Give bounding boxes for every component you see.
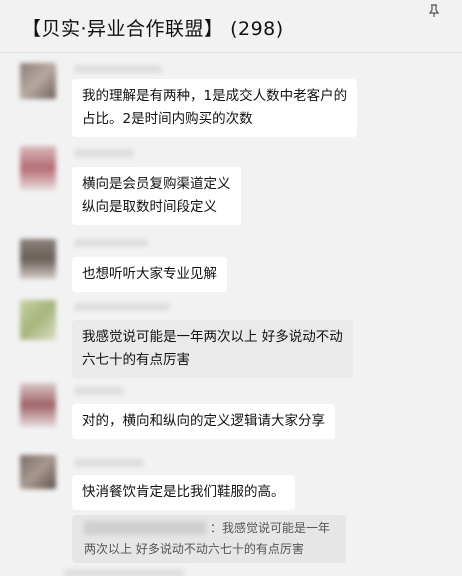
message-bubble[interactable]: 我的理解是有两种，1是成交人数中老客户的 占比。2是时间内购买的次数 (72, 79, 358, 137)
message-line: 纵向是取数时间段定义 (82, 199, 217, 215)
message-bubble[interactable]: 也想听听大家专业见解 (72, 257, 227, 292)
sender-name (74, 65, 162, 73)
next-message-preview (64, 570, 184, 576)
avatar[interactable] (20, 63, 56, 99)
sender-name (74, 459, 144, 467)
message-line: 我的理解是有两种，1是成交人数中老客户的 (82, 88, 348, 104)
message-bubble[interactable]: 我感觉说可能是一年两次以上 好多说动不动 六七十的有点厉害 (72, 320, 353, 378)
avatar[interactable] (20, 239, 56, 279)
quoted-text: ：我感觉说可能是一年两次以上 好多说动不动六七十的有点厉害 (84, 521, 331, 556)
sender-name (74, 149, 134, 157)
message-bubble[interactable]: 对的，横向和纵向的定义逻辑请大家分享 (72, 404, 335, 439)
sender-name (74, 387, 124, 395)
group-title: 【贝实·异业合作联盟】 (298) (22, 18, 284, 40)
chat-header: 【贝实·异业合作联盟】 (298) (0, 0, 462, 53)
quoted-reply[interactable]: ：我感觉说可能是一年两次以上 好多说动不动六七十的有点厉害 (72, 515, 346, 563)
message-line: 我感觉说可能是一年两次以上 好多说动不动 (82, 329, 343, 345)
avatar[interactable] (20, 383, 56, 427)
avatar[interactable] (20, 300, 56, 340)
message-bubble[interactable]: 快消餐饮肯定是比我们鞋服的高。 (72, 475, 295, 510)
message-bubble[interactable]: 横向是会员复购渠道定义 纵向是取数时间段定义 (72, 167, 241, 225)
avatar[interactable] (20, 455, 56, 489)
sender-name (74, 303, 170, 311)
message-line: 六七十的有点厉害 (82, 352, 190, 368)
message-line: 快消餐饮肯定是比我们鞋服的高。 (82, 484, 285, 500)
message-line: 横向是会员复购渠道定义 (82, 176, 231, 192)
pin-icon[interactable] (428, 4, 440, 22)
message-list[interactable]: 我的理解是有两种，1是成交人数中老客户的 占比。2是时间内购买的次数 横向是会员… (0, 53, 462, 576)
sender-name (74, 239, 148, 247)
message-line: 占比。2是时间内购买的次数 (82, 111, 253, 127)
avatar[interactable] (20, 146, 56, 190)
message-line: 也想听听大家专业见解 (82, 266, 217, 282)
message-line: 对的，横向和纵向的定义逻辑请大家分享 (82, 413, 325, 429)
